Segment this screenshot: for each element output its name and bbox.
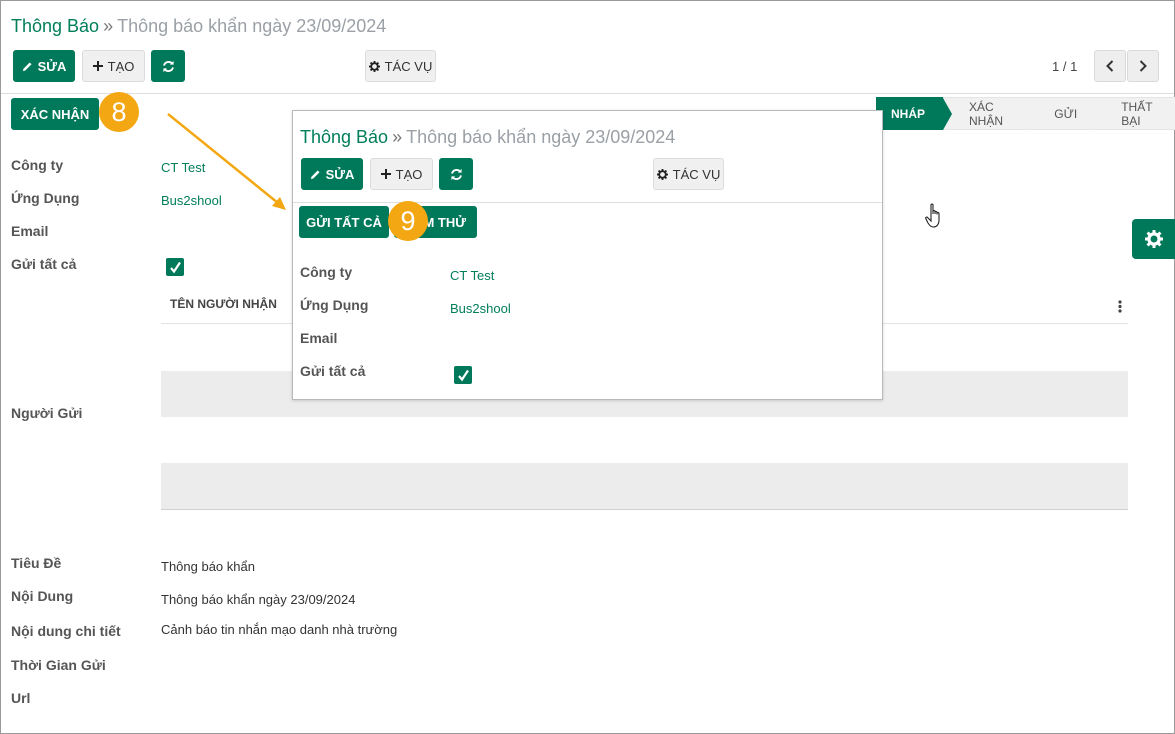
plus-icon [380, 169, 391, 179]
pencil-icon [310, 169, 320, 179]
app-label: Ứng Dụng [11, 190, 80, 206]
content-label: Nội Dung [11, 588, 74, 604]
detail-label: Nội dung chi tiết [11, 623, 121, 639]
create-button-label: TẠO [107, 58, 135, 74]
popup-send-all-label: Gửi tất cả [300, 363, 366, 379]
popup-action-button-label: TÁC VỤ [672, 166, 721, 182]
test-send-button-label: M THỬ [423, 214, 466, 230]
pager-counter: 1 / 1 [1052, 59, 1078, 74]
app-value[interactable]: Bus2shool [161, 193, 222, 208]
popup-create-button[interactable]: TẠO [370, 158, 433, 190]
popup-app-value[interactable]: Bus2shool [450, 301, 511, 316]
table-row [161, 463, 1128, 509]
title-value: Thông báo khẩn [161, 559, 255, 574]
stage-draft[interactable]: NHÁP [876, 97, 953, 130]
company-value[interactable]: CT Test [161, 160, 205, 175]
popup-breadcrumb: Thông Báo» Thông báo khẩn ngày 23/09/2024 [300, 127, 675, 148]
breadcrumb-parent-link[interactable]: Thông Báo [11, 16, 99, 36]
gear-icon [1144, 230, 1163, 248]
company-label: Công ty [11, 157, 64, 173]
toolbar-divider [1, 93, 1174, 94]
confirm-button[interactable]: XÁC NHẬN [11, 98, 99, 130]
send-all-button[interactable]: GỬI TẤT CẢ [299, 206, 389, 238]
confirm-button-label: XÁC NHẬN [20, 106, 90, 122]
refresh-button[interactable] [151, 50, 185, 82]
popup-create-button-label: TẠO [395, 166, 423, 182]
content-value: Thông báo khẩn ngày 23/09/2024 [161, 592, 356, 607]
recipient-column-header[interactable]: TÊN NGƯỜI NHẬN [170, 297, 277, 311]
gear-icon [368, 60, 380, 72]
send-time-label: Thời Gian Gửi [11, 657, 106, 673]
popup-company-label: Công ty [300, 264, 353, 280]
sender-label: Người Gửi [11, 405, 83, 421]
chevron-left-icon [1106, 60, 1114, 72]
breadcrumb-separator: » [103, 16, 114, 36]
popup-refresh-button[interactable] [439, 158, 473, 190]
refresh-icon [450, 168, 462, 180]
send-all-label: Gửi tất cả [11, 256, 77, 272]
stage-sent[interactable]: GỬI [1028, 97, 1105, 130]
step-badge-8: 8 [99, 92, 139, 132]
kebab-icon[interactable] [1118, 300, 1122, 313]
email-label: Email [11, 223, 49, 239]
refresh-icon [162, 60, 174, 72]
status-bar: NHÁP XÁC NHẬN GỬI THẤT BẠI [876, 97, 1175, 130]
chevron-right-icon [1139, 60, 1147, 72]
popup-preview: Thông Báo» Thông báo khẩn ngày 23/09/2024… [292, 110, 883, 400]
step-badge-9: 9 [388, 201, 428, 241]
stage-confirmed[interactable]: XÁC NHẬN [943, 97, 1038, 130]
send-all-checkbox[interactable] [166, 258, 184, 276]
popup-edit-button[interactable]: SỬA [301, 158, 363, 190]
url-label: Url [11, 690, 31, 706]
next-record-button[interactable] [1127, 50, 1159, 82]
settings-button[interactable] [1132, 219, 1175, 259]
popup-email-label: Email [300, 330, 338, 346]
previous-record-button[interactable] [1094, 50, 1126, 82]
send-all-button-label: GỬI TẤT CẢ [306, 214, 382, 230]
pencil-icon [22, 61, 32, 71]
popup-edit-button-label: SỬA [325, 166, 355, 182]
popup-breadcrumb-separator: » [392, 127, 403, 147]
breadcrumb: Thông Báo» Thông báo khẩn ngày 23/09/2024 [11, 16, 386, 37]
table-bottom-line [161, 509, 1128, 510]
stage-failed[interactable]: THẤT BẠI [1095, 97, 1175, 130]
popup-company-value[interactable]: CT Test [450, 268, 494, 283]
breadcrumb-current: Thông báo khẩn ngày 23/09/2024 [117, 16, 387, 36]
popup-app-label: Ứng Dụng [300, 297, 369, 313]
hand-cursor-icon [925, 203, 940, 228]
action-button[interactable]: TÁC VỤ [365, 50, 436, 82]
edit-button[interactable]: SỬA [13, 50, 75, 82]
detail-value: Cảnh báo tin nhắn mạo danh nhà trường [161, 622, 398, 637]
popup-breadcrumb-current: Thông báo khẩn ngày 23/09/2024 [406, 127, 676, 147]
title-label: Tiêu Đề [11, 555, 62, 571]
action-button-label: TÁC VỤ [384, 58, 433, 74]
plus-icon [92, 61, 103, 71]
checkmark-icon [457, 369, 469, 381]
gear-icon [656, 168, 668, 180]
create-button[interactable]: TẠO [82, 50, 145, 82]
popup-divider [293, 202, 882, 203]
edit-button-label: SỬA [37, 58, 67, 74]
popup-send-all-checkbox[interactable] [454, 366, 472, 384]
checkmark-icon [169, 261, 181, 273]
popup-action-button[interactable]: TÁC VỤ [653, 158, 724, 190]
popup-breadcrumb-parent-link[interactable]: Thông Báo [300, 127, 388, 147]
